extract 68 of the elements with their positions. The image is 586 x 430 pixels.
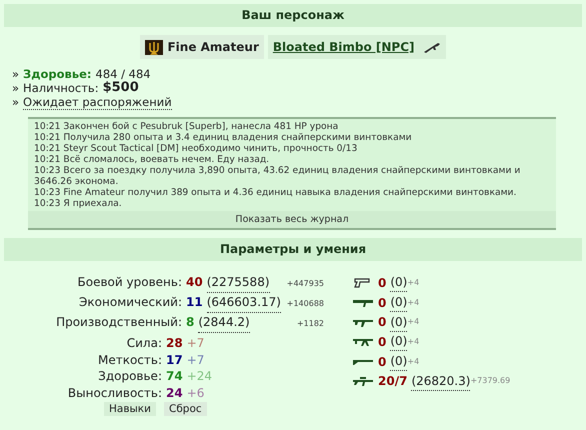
weapon-skill-value: 20/7 (378, 373, 408, 390)
weapon-gain: +4 (407, 356, 420, 368)
log-entry: 10:21 Steyr Scout Tactical [DM] необходимо чинить, прочность 0/13 (34, 143, 358, 154)
sniper-rifle-icon (352, 376, 374, 387)
rifle-icon (422, 41, 441, 53)
weapon-gain: +4 (407, 296, 420, 309)
level-points[interactable]: (2844.2) (198, 313, 250, 333)
weapon-skill-value: 0 (378, 294, 386, 312)
attribute-value: 17 (166, 352, 183, 368)
level-value: 11 (186, 294, 203, 311)
attribute-value: 24 (166, 384, 183, 401)
player-name[interactable]: Fine Amateur (140, 35, 264, 59)
bullet-mark: » (12, 81, 20, 95)
weapon-gain: +4 (407, 276, 420, 289)
show-log-button[interactable]: Показать весь журнал (28, 211, 556, 228)
weapon-points[interactable]: (0) (390, 332, 408, 352)
weapon-skill-value: 0 (378, 354, 386, 371)
attribute-bonus: +7 (186, 335, 204, 352)
skills-button[interactable]: Навыки (104, 402, 156, 416)
log-entry: 10:21 Закончен бой с Pesubruk [Superb], нанесла 481 HP урона (34, 121, 340, 132)
bullet-mark: » (12, 95, 20, 110)
level-label: Боевой уровень: (76, 274, 182, 291)
bullet-mark: » (12, 67, 20, 81)
log-entry: 10:23 Fine Amateur получил 389 опыта и 4.36 единиц навыка владения снайперскими винтовками. (34, 187, 518, 198)
weapon-points[interactable]: (0) (390, 293, 408, 312)
weapon-gain: +7379.69 (470, 375, 510, 388)
attribute-label: Здоровье: (97, 368, 162, 384)
weapon-points[interactable]: (0) (390, 352, 408, 372)
level-value: 8 (186, 314, 194, 331)
attribute-value: 28 (166, 335, 183, 352)
log-entry: 10:23 Всего за поездку получила 3,890 опыта, 43.62 единиц владения снайперскими винтовками и 3646.26 эконома. (34, 165, 522, 187)
log-entry: 10:21 Получила 280 опыта и 3.4 единиц владения снайперскими винтовками (34, 132, 413, 143)
level-points[interactable]: (646603.17) (206, 293, 281, 313)
level-label: Производственный: (55, 314, 182, 331)
health-label: Здоровье: (23, 67, 92, 81)
launcher-icon (352, 297, 374, 308)
attribute-label: Сила: (126, 335, 162, 352)
log-entry: 10:23 Я приехала. (34, 198, 123, 209)
level-value: 40 (186, 274, 203, 291)
level-gain: +140688 (286, 298, 324, 310)
log-entry: 10:21 Всё сломалось, воевать нечем. Еду назад. (34, 154, 270, 165)
cash-label: Наличность: (23, 81, 99, 95)
trident-emblem-icon (145, 40, 164, 54)
attribute-bonus: +7 (186, 352, 204, 368)
level-gain: +1182 (296, 318, 324, 330)
level-points[interactable]: (2275588) (206, 273, 270, 293)
weapon-points[interactable]: (26820.3) (411, 372, 470, 391)
machine-gun-icon (352, 336, 374, 348)
attribute-bonus: +24 (186, 368, 212, 384)
level-gain: +447935 (286, 278, 324, 290)
section-title: Ваш персонаж (4, 4, 582, 27)
weapon-skill-value: 0 (378, 274, 386, 292)
weapon-points[interactable]: (0) (390, 273, 408, 292)
health-value: 484 / 484 (96, 67, 151, 81)
attribute-label: Меткость: (96, 352, 162, 368)
reset-button[interactable]: Сброс (164, 402, 207, 416)
weapon-points[interactable]: (0) (390, 312, 408, 332)
attribute-value: 74 (166, 368, 183, 384)
weapon-skill-value: 0 (378, 314, 386, 332)
cash-value: $500 (102, 81, 139, 95)
weapon-gain: +4 (407, 336, 420, 348)
attribute-bonus: +6 (186, 384, 204, 401)
section-title: Параметры и умения (4, 238, 582, 261)
weapon-skill-value: 0 (378, 334, 386, 351)
status-link[interactable]: Ожидает распоряжений (23, 95, 172, 110)
weapon-gain: +4 (407, 316, 420, 328)
level-label: Экономический: (78, 294, 182, 311)
attribute-label: Выносливость: (66, 384, 162, 401)
